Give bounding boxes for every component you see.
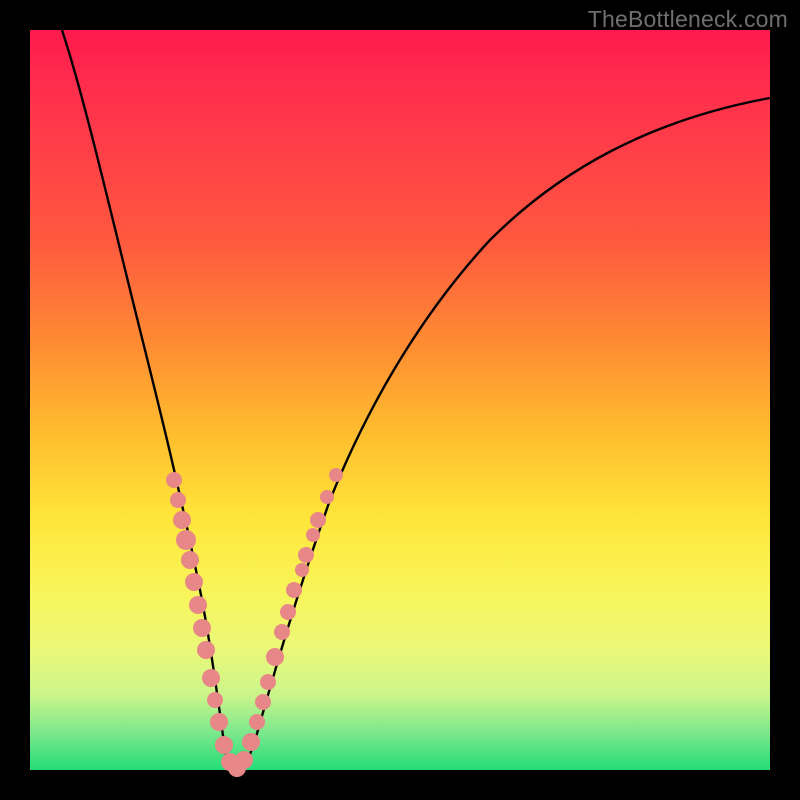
plot-area <box>30 30 770 770</box>
cluster-dots <box>166 468 343 777</box>
watermark-text: TheBottleneck.com <box>588 6 788 33</box>
bottleneck-curve-svg <box>30 30 770 770</box>
chart-frame: TheBottleneck.com <box>0 0 800 800</box>
bottleneck-curve-path <box>62 30 770 770</box>
